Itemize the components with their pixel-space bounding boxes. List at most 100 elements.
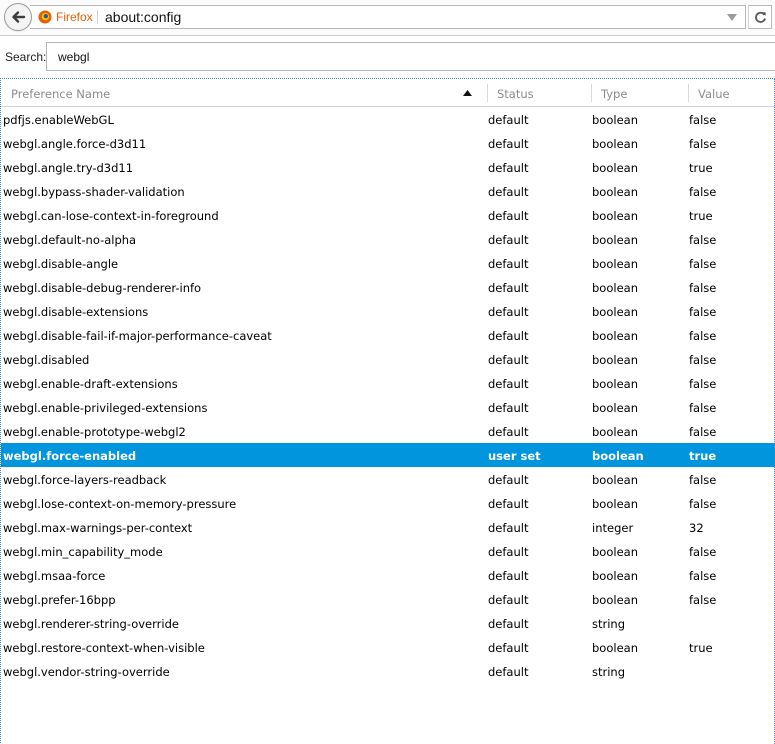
table-row[interactable]: webgl.enable-draft-extensions default bool… (1, 371, 775, 395)
pref-name: webgl.enable-prototype-webgl2 (3, 425, 186, 439)
table-row[interactable]: webgl.disable-angle default boolean false (1, 251, 775, 275)
pref-status: default (488, 185, 529, 199)
table-header: Preference Name Status Type Value (1, 79, 775, 107)
pref-name: pdfjs.enableWebGL (3, 113, 114, 127)
reload-icon (755, 11, 766, 23)
pref-status: default (488, 425, 529, 439)
search-bar: Search: (0, 36, 775, 78)
pref-status: default (488, 545, 529, 559)
pref-name: webgl.disable-fail-if-major-performance-… (3, 329, 272, 343)
pref-status: default (488, 305, 529, 319)
column-header-type[interactable]: Type (601, 79, 627, 106)
pref-value: false (689, 425, 717, 439)
reload-button[interactable] (748, 5, 772, 29)
pref-status: default (488, 593, 529, 607)
pref-value: false (689, 185, 717, 199)
pref-name: webgl.angle.force-d3d11 (3, 137, 147, 151)
pref-name: webgl.force-layers-readback (3, 473, 167, 487)
column-separator[interactable] (487, 84, 488, 102)
site-identity-box[interactable]: Firefox (38, 6, 93, 28)
search-label: Search: (5, 50, 47, 64)
table-row[interactable]: webgl.can-lose-context-in-foreground defa… (1, 203, 775, 227)
table-row[interactable]: webgl.force-layers-readback default boolea… (1, 467, 775, 491)
pref-status: default (488, 161, 529, 175)
table-row[interactable]: webgl.bypass-shader-validation default boo… (1, 179, 775, 203)
pref-name: webgl.vendor-string-override (3, 665, 170, 679)
table-row[interactable]: webgl.disable-extensions default boolean fa… (1, 299, 775, 323)
pref-name: webgl.angle.try-d3d11 (3, 161, 134, 175)
table-row[interactable]: webgl.vendor-string-override default strin… (1, 659, 775, 683)
pref-type: boolean (592, 281, 638, 295)
pref-type: boolean (592, 329, 638, 343)
pref-value: false (689, 233, 717, 247)
table-row[interactable]: webgl.disabled default boolean false (1, 347, 775, 371)
pref-value: false (689, 377, 717, 391)
table-row[interactable]: webgl.disable-fail-if-major-performance-… (1, 323, 775, 347)
pref-name: webgl.lose-context-on-memory-pressure (3, 497, 237, 511)
pref-value: true (689, 161, 713, 175)
pref-name: webgl.enable-draft-extensions (3, 377, 178, 391)
pref-name: webgl.max-warnings-per-context (3, 521, 193, 535)
pref-name: webgl.min_capability_mode (3, 545, 163, 559)
pref-type: boolean (592, 113, 638, 127)
table-row[interactable]: webgl.restore-context-when-visible defaul… (1, 635, 775, 659)
column-header-status[interactable]: Status (497, 79, 534, 106)
column-separator[interactable] (591, 84, 592, 102)
column-header-name[interactable]: Preference Name (11, 79, 110, 106)
table-row[interactable]: webgl.lose-context-on-memory-pressure def… (1, 491, 775, 515)
preferences-table[interactable]: Preference Name Status Type Value pdfjs.… (0, 78, 775, 744)
pref-status: default (488, 113, 529, 127)
table-row[interactable]: webgl.prefer-16bpp default boolean false (1, 587, 775, 611)
table-row[interactable]: webgl.disable-debug-renderer-info default… (1, 275, 775, 299)
pref-name: webgl.renderer-string-override (3, 617, 179, 631)
pref-status: user set (488, 449, 541, 463)
pref-value: false (689, 401, 717, 415)
url-bar[interactable]: Firefox about:config (30, 5, 746, 29)
table-row[interactable]: webgl.angle.try-d3d11 default boolean true (1, 155, 775, 179)
pref-value: true (689, 449, 717, 463)
table-row[interactable]: webgl.max-warnings-per-context default int… (1, 515, 775, 539)
pref-name: webgl.msaa-force (3, 569, 106, 583)
pref-status: default (488, 257, 529, 271)
table-row[interactable]: webgl.min_capability_mode default boolean f… (1, 539, 775, 563)
navigation-toolbar: Firefox about:config (0, 0, 775, 36)
table-row[interactable]: webgl.msaa-force default boolean false (1, 563, 775, 587)
pref-status: default (488, 209, 529, 223)
pref-value: false (689, 113, 717, 127)
column-separator[interactable] (688, 84, 689, 102)
table-row[interactable]: webgl.default-no-alpha default boolean fals… (1, 227, 775, 251)
pref-type: boolean (592, 233, 638, 247)
pref-value (689, 659, 775, 683)
url-text[interactable]: about:config (105, 6, 181, 28)
pref-type: boolean (592, 353, 638, 367)
pref-name: webgl.enable-privileged-extensions (3, 401, 208, 415)
table-row[interactable]: webgl.enable-prototype-webgl2 default bool… (1, 419, 775, 443)
table-body: pdfjs.enableWebGL default boolean false webg… (1, 107, 775, 683)
table-row[interactable]: webgl.renderer-string-override default str… (1, 611, 775, 635)
history-dropdown-icon[interactable] (727, 14, 737, 21)
pref-value: false (689, 593, 717, 607)
pref-value: false (689, 257, 717, 271)
pref-name: webgl.disable-debug-renderer-info (3, 281, 202, 295)
pref-name: webgl.bypass-shader-validation (3, 185, 185, 199)
pref-status: default (488, 641, 529, 655)
pref-type: boolean (592, 401, 638, 415)
table-row[interactable]: webgl.force-enabled user set boolean true (1, 443, 775, 467)
pref-value: false (689, 473, 717, 487)
table-row[interactable]: pdfjs.enableWebGL default boolean false (1, 107, 775, 131)
pref-value: true (689, 641, 713, 655)
pref-value (689, 611, 775, 635)
pref-status: default (488, 401, 529, 415)
table-row[interactable]: webgl.enable-privileged-extensions defaul… (1, 395, 775, 419)
search-input[interactable] (46, 42, 775, 71)
pref-type: boolean (592, 497, 638, 511)
table-row[interactable]: webgl.angle.force-d3d11 default boolean fal… (1, 131, 775, 155)
pref-name: webgl.disable-angle (3, 257, 119, 271)
column-header-value[interactable]: Value (698, 79, 730, 106)
firefox-logo-icon (38, 10, 52, 24)
pref-name: webgl.disabled (3, 353, 90, 367)
pref-name: webgl.disable-extensions (3, 305, 149, 319)
pref-type: boolean (592, 545, 638, 559)
back-button[interactable] (4, 3, 32, 31)
pref-status: default (488, 353, 529, 367)
